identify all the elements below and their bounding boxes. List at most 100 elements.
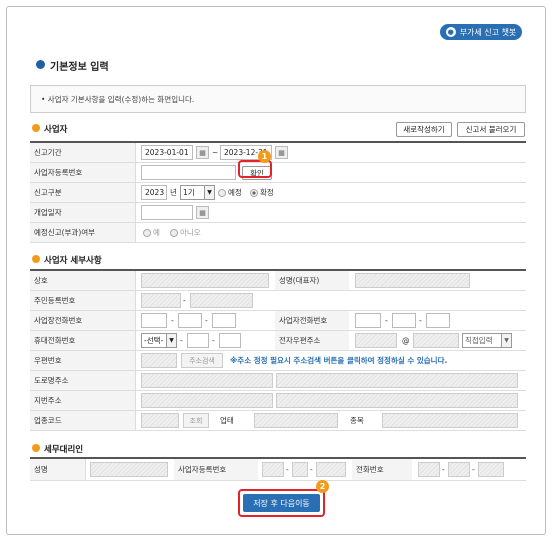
business-table: 신고기간 2023-01-01 ▦ ~ 2023-12-31 ▦ 사업자등록번호… bbox=[30, 141, 526, 243]
rrn-label: 주민등록번호 bbox=[30, 291, 136, 310]
email-select[interactable]: 직접입력 ▼ bbox=[462, 333, 512, 348]
year-unit: 년 bbox=[170, 188, 177, 197]
calendar-icon[interactable]: ▦ bbox=[196, 206, 209, 219]
biz-code-input[interactable] bbox=[141, 413, 179, 428]
term-value: 1기 bbox=[183, 188, 195, 197]
lookup-button[interactable]: 조회 bbox=[183, 413, 209, 428]
road-addr-1[interactable] bbox=[141, 373, 273, 388]
type-label: 신고구분 bbox=[30, 183, 136, 202]
new-write-button[interactable]: 새로작성하기 bbox=[396, 122, 452, 137]
regno-input[interactable] bbox=[141, 165, 236, 180]
row-mobile: 휴대전화번호 -선택- ▼ - - 전자우편주소 @ 직접입력 ▼ bbox=[30, 331, 526, 351]
agent-tel-label: 전화번호 bbox=[352, 459, 412, 480]
row-rrn: 주민등록번호 - bbox=[30, 291, 526, 311]
open-date-input[interactable] bbox=[141, 205, 193, 220]
confirm-highlight bbox=[238, 160, 272, 178]
notice-box: • 사업자 기본사항을 입력(수정)하는 화면입니다. bbox=[30, 85, 526, 113]
email-domain[interactable] bbox=[413, 333, 459, 348]
agent-bullet-icon bbox=[32, 444, 40, 452]
dash: - bbox=[472, 465, 475, 474]
office-tel-3[interactable] bbox=[212, 313, 236, 328]
email-id[interactable] bbox=[355, 333, 397, 348]
row-regno: 사업자등록번호 확인 bbox=[30, 163, 526, 183]
mobile-select[interactable]: -선택- ▼ bbox=[141, 333, 177, 348]
agent-tel-1[interactable] bbox=[418, 462, 440, 477]
calendar-icon[interactable]: ▦ bbox=[196, 146, 209, 159]
agent-regno-label: 사업자등록번호 bbox=[174, 459, 258, 480]
mobile-select-value: -선택- bbox=[144, 336, 164, 345]
radio-no[interactable]: 아니오 bbox=[170, 225, 201, 240]
regno-label: 사업자등록번호 bbox=[30, 163, 136, 182]
lot-addr-1[interactable] bbox=[141, 393, 273, 408]
agent-tel-3[interactable] bbox=[478, 462, 504, 477]
period-from-input[interactable]: 2023-01-01 bbox=[141, 145, 193, 160]
details-table: 상호 성명(대표자) 주민등록번호 - 사업장전화번호 - - 사업자전화번호 … bbox=[30, 269, 526, 431]
biz-type-input[interactable] bbox=[254, 413, 338, 428]
section-bullet-icon bbox=[36, 60, 45, 69]
chatbot-button-label: 부가세 신고 챗봇 bbox=[459, 27, 517, 37]
row-open-date: 개업일자 ▦ bbox=[30, 203, 526, 223]
row-bizcode: 업종코드 조회 업태 종목 bbox=[30, 411, 526, 431]
radio-final[interactable]: 확정 bbox=[250, 185, 274, 200]
step-marker-1: 1 bbox=[258, 150, 271, 163]
road-addr-2[interactable] bbox=[276, 373, 518, 388]
load-return-button[interactable]: 신고서 불러오기 bbox=[457, 122, 525, 137]
zip-input[interactable] bbox=[141, 353, 177, 368]
chevron-down-icon: ▼ bbox=[204, 186, 214, 199]
agent-regno-3[interactable] bbox=[316, 462, 346, 477]
row-type: 신고구분 2023 년 1기 ▼ 예정 확정 bbox=[30, 183, 526, 203]
road-label: 도로명주소 bbox=[30, 371, 136, 390]
radio-yes[interactable]: 예 bbox=[143, 225, 160, 240]
year-input[interactable]: 2023 bbox=[141, 185, 167, 200]
company-input[interactable] bbox=[141, 273, 269, 288]
chevron-down-icon: ▼ bbox=[166, 334, 176, 347]
biz-type-label: 업태 bbox=[220, 416, 234, 425]
details-title: 사업자 세부사항 bbox=[44, 256, 102, 266]
lot-addr-2[interactable] bbox=[276, 393, 518, 408]
rrn-input-2[interactable] bbox=[190, 293, 253, 308]
dash: - bbox=[385, 316, 388, 325]
row-period: 신고기간 2023-01-01 ▦ ~ 2023-12-31 ▦ bbox=[30, 143, 526, 163]
dash: - bbox=[310, 465, 313, 474]
biz-item-input[interactable] bbox=[382, 413, 518, 428]
agent-regno-2[interactable] bbox=[292, 462, 308, 477]
mobile-3[interactable] bbox=[219, 333, 241, 348]
rrn-input-1[interactable] bbox=[141, 293, 181, 308]
biz-tel-1[interactable] bbox=[355, 313, 381, 328]
business-bullet-icon bbox=[32, 124, 40, 132]
zip-label: 우편번호 bbox=[30, 351, 136, 370]
agent-name-label: 성명 bbox=[30, 459, 86, 480]
calendar-icon[interactable]: ▦ bbox=[275, 146, 288, 159]
period-sep: ~ bbox=[212, 148, 219, 157]
chatbot-icon: ● bbox=[445, 27, 456, 37]
details-bullet-icon bbox=[32, 255, 40, 263]
ceo-input[interactable] bbox=[355, 273, 470, 288]
business-title: 사업자 bbox=[44, 125, 68, 135]
period-label: 신고기간 bbox=[30, 143, 136, 162]
dash: - bbox=[212, 336, 215, 345]
biz-item-label: 종목 bbox=[350, 416, 364, 425]
row-company: 상호 성명(대표자) bbox=[30, 271, 526, 291]
email-label: 전자우편주소 bbox=[275, 331, 349, 350]
ceo-label: 성명(대표자) bbox=[275, 271, 349, 290]
biz-tel-3[interactable] bbox=[426, 313, 450, 328]
row-lot: 지번주소 bbox=[30, 391, 526, 411]
prelim-label: 예정신고(부과)여부 bbox=[30, 223, 136, 242]
email-select-value: 직접입력 bbox=[465, 336, 493, 345]
office-tel-2[interactable] bbox=[178, 313, 202, 328]
notice-text: • 사업자 기본사항을 입력(수정)하는 화면입니다. bbox=[41, 94, 195, 104]
radio-prelim[interactable]: 예정 bbox=[218, 185, 242, 200]
biz-code-label: 업종코드 bbox=[30, 411, 136, 430]
address-search-button[interactable]: 주소검색 bbox=[181, 353, 223, 368]
agent-name-input[interactable] bbox=[90, 462, 168, 477]
term-select[interactable]: 1기 ▼ bbox=[180, 185, 215, 200]
lot-label: 지번주소 bbox=[30, 391, 136, 410]
agent-title: 세무대리인 bbox=[44, 445, 84, 455]
mobile-2[interactable] bbox=[187, 333, 209, 348]
chatbot-button[interactable]: ● 부가세 신고 챗봇 bbox=[440, 24, 522, 40]
agent-regno-1[interactable] bbox=[262, 462, 284, 477]
office-tel-1[interactable] bbox=[141, 313, 167, 328]
biz-tel-2[interactable] bbox=[392, 313, 416, 328]
office-tel-label: 사업장전화번호 bbox=[30, 311, 136, 330]
agent-tel-2[interactable] bbox=[448, 462, 470, 477]
